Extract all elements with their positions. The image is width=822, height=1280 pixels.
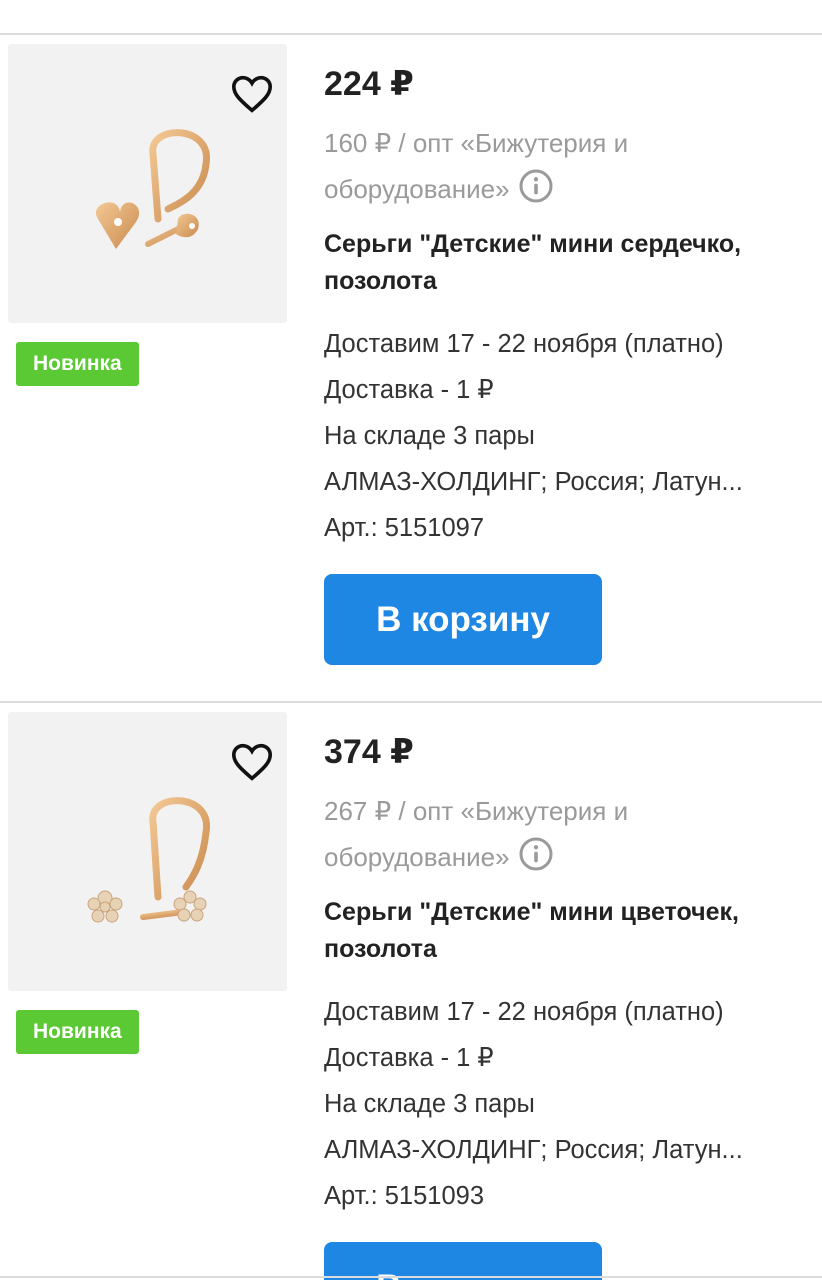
product-price: 224 ₽ [324, 65, 414, 103]
wholesale-text: 267 ₽ / опт «Бижутерия и оборудование» [324, 796, 629, 872]
product-card: Новинка 224 ₽ 160 ₽ / опт «Бижутерия и о… [0, 36, 822, 701]
article: Арт.: 5151093 [324, 1182, 485, 1210]
divider [0, 701, 822, 703]
product-title[interactable]: Серьги "Детские" мини сердечко, позолота [324, 226, 764, 300]
product-details: Доставим 17 - 22 ноября (платно) Доставк… [324, 321, 794, 551]
stock: На складе 3 пары [324, 1090, 535, 1118]
product-details: Доставим 17 - 22 ноября (платно) Доставк… [324, 989, 794, 1219]
article: Арт.: 5151097 [324, 514, 485, 542]
heart-outline-icon [231, 743, 273, 781]
add-to-cart-button[interactable]: В корзину [324, 574, 602, 665]
manufacturer: АЛМАЗ-ХОЛДИНГ; Россия; Латун... [324, 1136, 743, 1164]
delivery-date: Доставим 17 - 22 ноября (платно) [324, 998, 724, 1026]
wholesale-text: 160 ₽ / опт «Бижутерия и оборудование» [324, 128, 629, 204]
product-image[interactable] [8, 44, 287, 323]
info-circle-icon[interactable] [518, 168, 554, 218]
new-badge: Новинка [16, 342, 139, 386]
stock: На складе 3 пары [324, 422, 535, 450]
favorite-button[interactable] [228, 740, 276, 784]
heart-outline-icon [231, 75, 273, 113]
delivery-date: Доставим 17 - 22 ноября (платно) [324, 330, 724, 358]
divider [0, 33, 822, 35]
new-badge: Новинка [16, 1010, 139, 1054]
wholesale-price: 267 ₽ / опт «Бижутерия и оборудование» [324, 788, 744, 886]
divider [0, 1276, 822, 1278]
product-list: Новинка 224 ₽ 160 ₽ / опт «Бижутерия и о… [0, 0, 822, 1280]
delivery-cost: Доставка - 1 ₽ [324, 1044, 494, 1072]
add-to-cart-button[interactable]: В корзину [324, 1242, 602, 1280]
wholesale-price: 160 ₽ / опт «Бижутерия и оборудование» [324, 120, 744, 218]
product-price: 374 ₽ [324, 733, 414, 771]
product-image[interactable] [8, 712, 287, 991]
info-circle-icon[interactable] [518, 836, 554, 886]
product-card: Новинка 374 ₽ 267 ₽ / опт «Бижутерия и о… [0, 704, 822, 1280]
product-title[interactable]: Серьги "Детские" мини цветочек, позолота [324, 894, 764, 968]
delivery-cost: Доставка - 1 ₽ [324, 376, 494, 404]
favorite-button[interactable] [228, 72, 276, 116]
manufacturer: АЛМАЗ-ХОЛДИНГ; Россия; Латун... [324, 468, 743, 496]
